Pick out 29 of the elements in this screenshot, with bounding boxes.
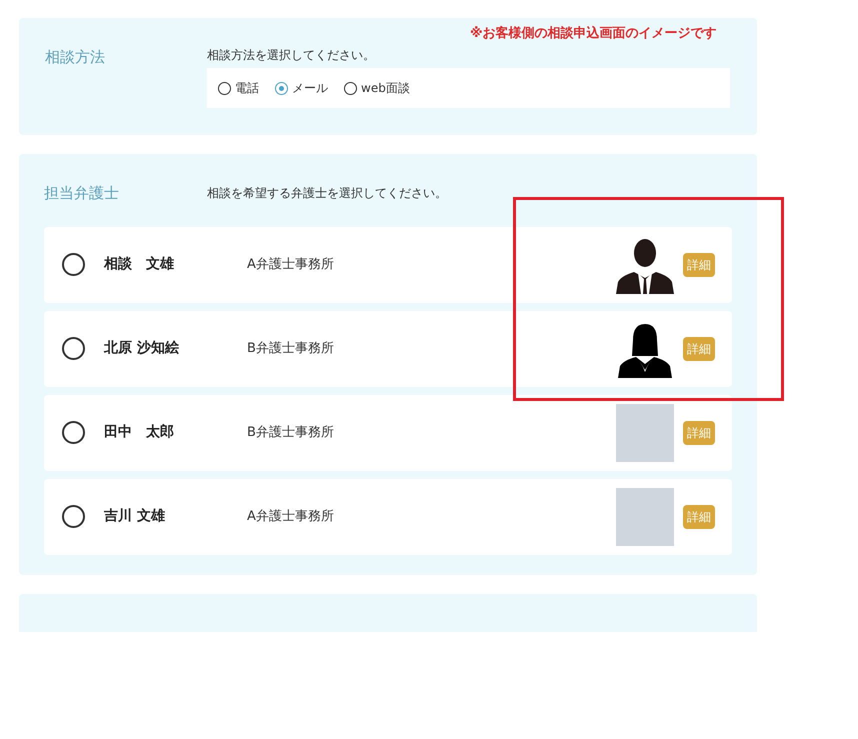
- photo-placeholder: [616, 404, 674, 462]
- section-label: 担当弁護士: [44, 183, 120, 204]
- office-name: B弁護士事務所: [247, 424, 334, 442]
- lawyer-row[interactable]: 相談 文雄 A弁護士事務所 詳細: [44, 226, 732, 302]
- radio-option[interactable]: 電話: [218, 79, 259, 97]
- radio-button[interactable]: [218, 82, 231, 94]
- office-name: A弁護士事務所: [247, 256, 334, 274]
- office-name: B弁護士事務所: [247, 340, 334, 358]
- lawyer-row[interactable]: 吉川 文雄 A弁護士事務所 詳細: [44, 478, 732, 554]
- radio-button[interactable]: [344, 82, 357, 94]
- radio-option[interactable]: web面談: [344, 79, 410, 97]
- lawyer-row[interactable]: 北原 沙知絵 B弁護士事務所 詳細: [44, 310, 732, 386]
- radio-option[interactable]: メール: [275, 79, 328, 97]
- photo-placeholder: [616, 488, 674, 546]
- office-name: A弁護士事務所: [247, 508, 334, 526]
- lawyer-row[interactable]: 田中 太郎 B弁護士事務所 詳細: [44, 394, 732, 470]
- radio-button[interactable]: [62, 337, 85, 360]
- radio-button[interactable]: [62, 253, 85, 276]
- lawyer-name: 吉川 文雄: [104, 507, 166, 526]
- notice-text: ※お客様側の相談申込画面のイメージです: [470, 24, 717, 43]
- lawyer-name: 北原 沙知絵: [104, 339, 180, 358]
- radio-button[interactable]: [62, 505, 85, 528]
- instruction-text: 相談方法を選択してください。: [207, 47, 376, 64]
- section-label: 相談方法: [45, 47, 106, 68]
- lawyer-name: 相談 文雄: [104, 255, 175, 274]
- instruction-text: 相談を希望する弁護士を選択してください。: [207, 185, 447, 202]
- lawyer-name: 田中 太郎: [104, 422, 175, 442]
- radio-button[interactable]: [275, 82, 288, 94]
- radio-button[interactable]: [62, 421, 85, 444]
